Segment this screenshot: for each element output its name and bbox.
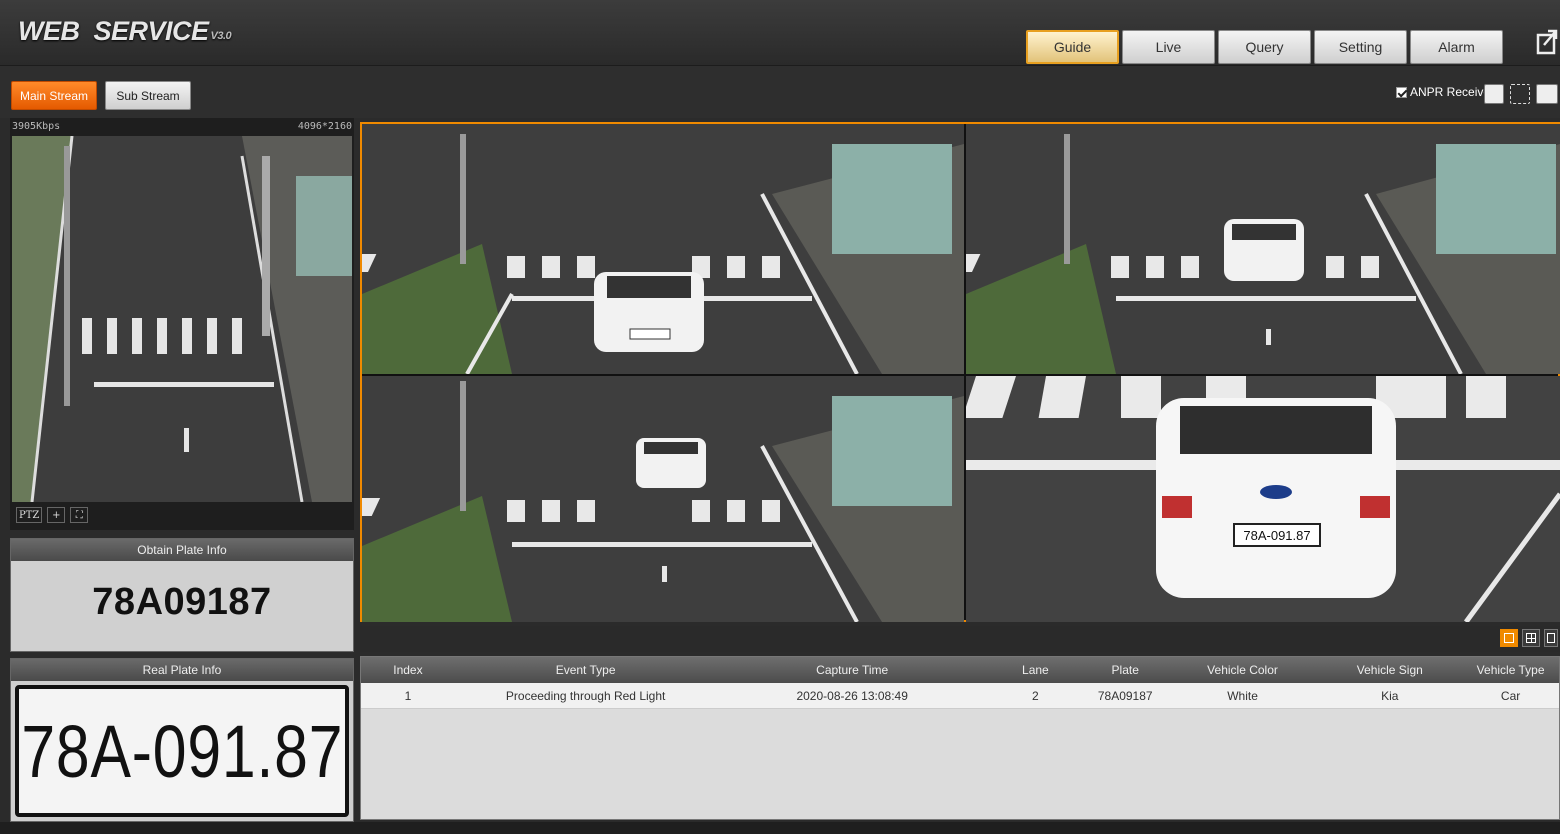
vehicle (594, 272, 704, 352)
capture-view-zoom[interactable]: 78A-091.87 (966, 376, 1560, 622)
anpr-label: ANPR Receive (1410, 85, 1491, 99)
tab-live[interactable]: Live (1122, 30, 1215, 64)
camera-toolbar: PTZ + ⛶ (16, 507, 89, 523)
main-tabs: Guide Live Query Setting Alarm (1026, 30, 1503, 64)
main-stream-button[interactable]: Main Stream (11, 81, 97, 110)
bitrate-readout: 3905Kbps (12, 121, 61, 132)
snapshot-icon[interactable] (1484, 84, 1504, 104)
tab-label: Live (1155, 39, 1182, 55)
capture-view-1[interactable] (362, 124, 964, 374)
intersection-scene (12, 136, 352, 502)
capture-scene-2 (966, 124, 1560, 374)
event-table: Index Event Type Capture Time Lane Plate… (360, 656, 1560, 820)
focus-icon[interactable]: + (47, 507, 66, 523)
column-vehicle-color[interactable]: Vehicle Color (1168, 657, 1318, 683)
capture-grid: 78A-091.87 (360, 122, 1560, 622)
cell-capture-time: 2020-08-26 13:08:49 (796, 688, 908, 703)
main-stream-label: Main Stream (19, 88, 89, 103)
grid-layout-bar (360, 626, 1560, 652)
anpr-checkbox[interactable] (1396, 86, 1407, 98)
column-plate[interactable]: Plate (1083, 657, 1168, 683)
column-index[interactable]: Index (361, 657, 455, 683)
live-camera-panel: 3905Kbps 4096*2160 PTZ + ⛶ (10, 118, 354, 530)
column-vehicle-sign[interactable]: Vehicle Sign (1317, 657, 1462, 683)
zoom-region-icon[interactable] (1510, 84, 1530, 104)
cell-plate: 78A09187 (1097, 688, 1153, 703)
single-layout-icon[interactable] (1500, 629, 1518, 647)
capture-scene-1 (362, 124, 964, 374)
column-event-type[interactable]: Event Type (455, 657, 717, 683)
quad-layout-icon[interactable] (1522, 629, 1540, 647)
resolution-readout: 4096*2160 (297, 121, 352, 132)
cell-vehicle-sign: Kia (1381, 688, 1399, 703)
tab-label: Query (1245, 39, 1284, 55)
ptz-button[interactable]: PTZ (16, 507, 43, 523)
obtain-plate-title: Obtain Plate Info (11, 539, 353, 561)
column-lane[interactable]: Lane (988, 657, 1083, 683)
vehicle (636, 438, 706, 488)
app-logo: WEB SERVICE V3.0 (18, 16, 232, 47)
cell-index: 1 (404, 688, 412, 703)
top-header: WEB SERVICE V3.0 Guide Live Query Setting… (0, 0, 1560, 66)
sub-stream-button[interactable]: Sub Stream (105, 81, 191, 110)
zoom-plate-text: 78A-091.87 (1243, 528, 1310, 543)
stream-toolbar: Main Stream Sub Stream ANPR Receive (0, 66, 1560, 118)
plate-crop-image: 78A-091.87 (15, 685, 349, 817)
real-plate-number: 78A-091.87 (21, 709, 343, 793)
obtain-plate-panel: Obtain Plate Info 78A09187 (10, 538, 354, 652)
column-vehicle-type[interactable]: Vehicle Type (1462, 657, 1559, 683)
table-row[interactable]: 1 Proceeding through Red Light 2020-08-2… (361, 683, 1559, 709)
logo-text: WEB SERVICE (18, 16, 209, 46)
anpr-receive-toggle[interactable]: ANPR Receive (1396, 85, 1490, 99)
tab-alarm[interactable]: Alarm (1410, 30, 1503, 64)
version-badge: V3.0 (210, 30, 232, 42)
real-plate-title: Real Plate Info (11, 659, 353, 681)
obtained-plate-number: 78A09187 (92, 581, 272, 623)
real-plate-panel: Real Plate Info 78A-091.87 (10, 658, 354, 822)
capture-scene-3 (362, 376, 964, 622)
capture-view-3[interactable] (362, 376, 964, 622)
export-icon[interactable] (1536, 27, 1558, 55)
column-capture-time[interactable]: Capture Time (716, 657, 988, 683)
tab-setting[interactable]: Setting (1314, 30, 1407, 64)
capture-view-2[interactable] (966, 124, 1560, 374)
cell-vehicle-type: Car (1500, 688, 1521, 703)
vehicle (1224, 219, 1304, 281)
status-footer (0, 822, 1560, 834)
vehicle-zoomed (1156, 398, 1396, 598)
fullscreen-icon[interactable] (1544, 629, 1558, 647)
table-header: Index Event Type Capture Time Lane Plate… (361, 657, 1559, 683)
cell-vehicle-color: White (1227, 688, 1258, 703)
fullscreen-icon[interactable]: ⛶ (70, 507, 89, 523)
tab-label: Setting (1338, 39, 1383, 55)
capture-scene-zoom: 78A-091.87 (966, 376, 1560, 622)
tab-query[interactable]: Query (1218, 30, 1311, 64)
live-video-frame[interactable] (12, 136, 352, 502)
tab-label: Alarm (1438, 39, 1475, 55)
tab-label: Guide (1053, 39, 1092, 55)
record-icon[interactable] (1536, 84, 1558, 104)
sub-stream-label: Sub Stream (116, 88, 180, 103)
cell-event-type: Proceeding through Red Light (505, 688, 666, 703)
tab-guide[interactable]: Guide (1026, 30, 1119, 64)
cell-lane: 2 (1032, 688, 1039, 703)
